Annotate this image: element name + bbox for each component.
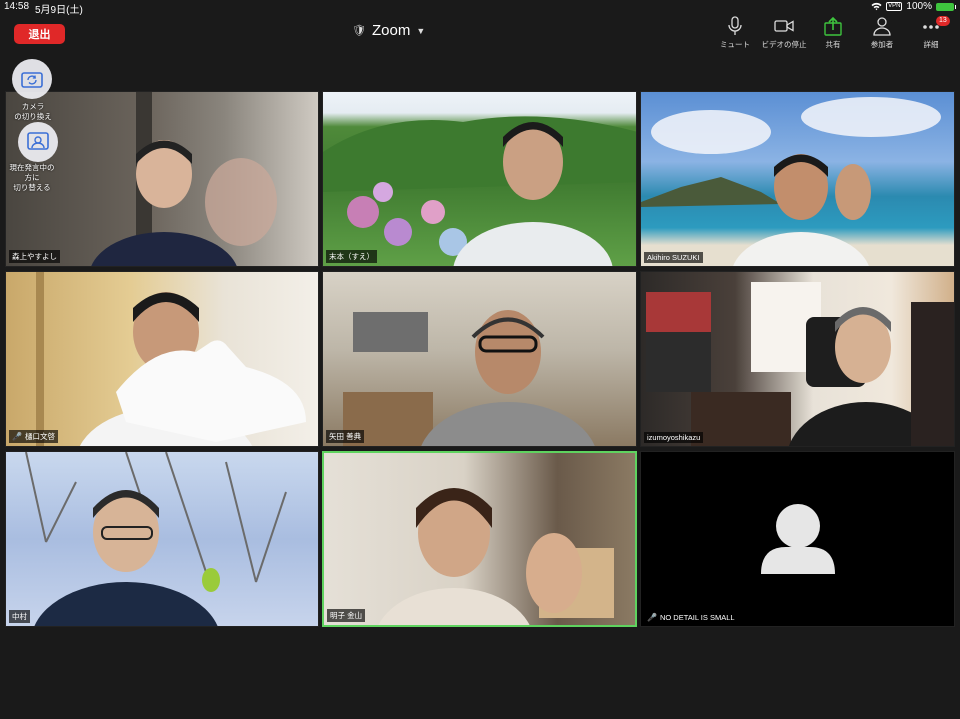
status-indicators: VPN 100% bbox=[871, 1, 956, 12]
participant-name: izumoyoshikazu bbox=[647, 433, 701, 442]
video-tile[interactable]: 中村 bbox=[5, 451, 319, 627]
mute-button[interactable]: ミュート bbox=[707, 16, 763, 52]
participant-name: NO DETAIL IS SMALL bbox=[659, 613, 735, 622]
switch-camera-button[interactable] bbox=[12, 59, 52, 99]
shield-icon: 🛡 bbox=[352, 25, 366, 37]
wifi-icon bbox=[871, 2, 882, 11]
vpn-indicator: VPN bbox=[886, 2, 903, 11]
video-tile-video-off[interactable]: 🎤 NO DETAIL IS SMALL bbox=[640, 451, 955, 627]
chevron-down-icon: ▼ bbox=[416, 25, 426, 36]
status-bar: 14:58 5月9日(土) VPN 100% bbox=[0, 0, 960, 16]
participants-icon bbox=[873, 17, 891, 36]
switch-to-speaker-button[interactable] bbox=[18, 122, 58, 162]
battery-icon bbox=[936, 2, 956, 11]
muted-microphone-icon: 🎤 bbox=[12, 432, 22, 441]
switch-camera-icon bbox=[21, 72, 43, 88]
microphone-icon bbox=[728, 16, 742, 35]
battery-percent: 100% bbox=[906, 1, 932, 12]
participant-video bbox=[646, 282, 954, 446]
avatar-placeholder-icon bbox=[761, 504, 835, 574]
video-camera-icon bbox=[774, 20, 794, 32]
video-tile[interactable]: izumoyoshikazu bbox=[640, 271, 955, 447]
participant-name: 矢田 善典 bbox=[329, 432, 362, 441]
participant-name-label: 🎤 樋口文啓 bbox=[9, 430, 58, 443]
stop-video-button[interactable]: ビデオの停止 bbox=[756, 16, 812, 52]
participant-name: Akihiro SUZUKI bbox=[647, 253, 700, 262]
participant-name-label: 🎤 NO DETAIL IS SMALL bbox=[644, 612, 738, 623]
participant-video bbox=[25, 452, 287, 626]
participant-name-label: 森上やすよし bbox=[9, 250, 60, 263]
video-tile[interactable]: 矢田 善典 bbox=[322, 271, 637, 447]
share-icon bbox=[824, 16, 842, 36]
meeting-toolbar: 退出 🛡 Zoom ▼ ミュート ビデオの停止 共有 参加者 13 詳細 bbox=[0, 14, 960, 52]
switch-camera-label: カメラ の切り換え bbox=[14, 102, 52, 121]
meeting-title-text: Zoom bbox=[371, 22, 411, 39]
switch-to-speaker-label: 現在発言中の 方に 切り替える bbox=[9, 163, 55, 192]
share-button[interactable]: 共有 bbox=[805, 16, 861, 52]
participant-name: 中村 bbox=[12, 612, 27, 621]
video-tile-active-speaker[interactable]: 明子 金山 bbox=[322, 451, 637, 627]
participant-name: 末本（すえ） bbox=[329, 252, 374, 261]
participant-name-label: 矢田 善典 bbox=[326, 430, 365, 443]
participant-name: 森上やすよし bbox=[12, 252, 57, 261]
participant-name-label: 明子 金山 bbox=[327, 609, 366, 622]
participant-name-label: 末本（すえ） bbox=[326, 250, 377, 263]
video-tile[interactable]: 末本（すえ） bbox=[322, 91, 637, 267]
more-button[interactable]: 13 詳細 bbox=[903, 16, 959, 52]
share-label: 共有 bbox=[825, 40, 841, 49]
more-label: 詳細 bbox=[923, 40, 939, 49]
video-tile[interactable]: 🎤 樋口文啓 bbox=[5, 271, 319, 447]
participant-name-label: izumoyoshikazu bbox=[644, 432, 704, 443]
participant-name-label: Akihiro SUZUKI bbox=[644, 252, 703, 263]
video-tile[interactable]: Akihiro SUZUKI bbox=[640, 91, 955, 267]
participants-button[interactable]: 参加者 bbox=[854, 16, 910, 52]
leave-button[interactable]: 退出 bbox=[14, 24, 65, 44]
participants-label: 参加者 bbox=[870, 40, 894, 49]
participant-name-label: 中村 bbox=[9, 610, 30, 623]
participant-video bbox=[323, 116, 636, 266]
meeting-title[interactable]: 🛡 Zoom ▼ bbox=[352, 22, 425, 39]
mute-label: ミュート bbox=[720, 40, 750, 49]
status-time: 14:58 bbox=[4, 1, 30, 12]
stop-video-label: ビデオの停止 bbox=[761, 40, 807, 49]
participant-name: 明子 金山 bbox=[330, 611, 363, 620]
participant-video bbox=[36, 272, 306, 446]
notification-badge: 13 bbox=[936, 16, 950, 26]
active-speaker-icon bbox=[27, 132, 49, 150]
muted-microphone-icon: 🎤 bbox=[647, 613, 657, 622]
participant-name: 樋口文啓 bbox=[24, 432, 55, 441]
participant-video bbox=[378, 488, 614, 625]
participant-video bbox=[343, 310, 595, 446]
participant-video bbox=[641, 97, 941, 266]
